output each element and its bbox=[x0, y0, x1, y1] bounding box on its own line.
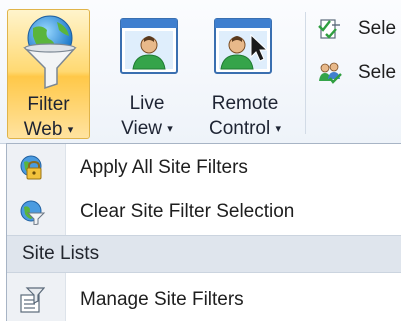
chevron-down-icon: ▾ bbox=[275, 123, 282, 135]
menu-item-label: Clear Site Filter Selection bbox=[80, 201, 295, 222]
select-button-1-label: Sele bbox=[358, 18, 397, 39]
globe-funnel-icon bbox=[23, 15, 77, 90]
chevron-down-icon: ▾ bbox=[167, 123, 173, 135]
remote-control-label-line2: Control ▾ bbox=[208, 118, 282, 139]
user-window-cursor-icon bbox=[214, 18, 272, 74]
menu-section-header: Site Lists bbox=[7, 235, 401, 273]
select-button-2-label: Sele bbox=[358, 62, 397, 83]
section-header-label: Site Lists bbox=[22, 243, 100, 264]
users-check-icon bbox=[319, 62, 342, 84]
filter-web-button[interactable]: Filter Web ▾ bbox=[7, 9, 90, 140]
menu-item-label: Manage Site Filters bbox=[80, 289, 244, 310]
filter-web-label-line1: Filter bbox=[27, 94, 70, 115]
checklist-icon bbox=[318, 19, 340, 39]
menu-item-clear-site-filter-selection[interactable]: Clear Site Filter Selection bbox=[7, 192, 401, 232]
remote-control-label-line1: Remote bbox=[211, 93, 279, 114]
globe-clear-icon bbox=[20, 200, 45, 225]
menu-item-manage-site-filters[interactable]: Manage Site Filters bbox=[7, 280, 401, 320]
user-window-icon bbox=[120, 18, 178, 74]
manage-filter-icon bbox=[20, 287, 45, 313]
filter-web-label-line2: Web ▾ bbox=[23, 119, 74, 140]
filter-web-dropdown-menu: Apply All Site Filters Clear Site Filter… bbox=[6, 143, 401, 321]
remote-control-button[interactable]: Remote Control ▾ bbox=[193, 9, 297, 139]
live-view-label-line1: Live bbox=[129, 93, 165, 114]
globe-lock-icon bbox=[20, 155, 42, 180]
live-view-label-line2: View ▾ bbox=[121, 118, 173, 139]
menu-item-apply-all-site-filters[interactable]: Apply All Site Filters bbox=[7, 148, 401, 188]
ribbon: Filter Web ▾ Live View ▾ Remote Control … bbox=[0, 0, 401, 144]
menu-item-label: Apply All Site Filters bbox=[80, 157, 248, 178]
live-view-button[interactable]: Live View ▾ bbox=[107, 9, 187, 139]
chevron-down-icon: ▾ bbox=[67, 124, 74, 136]
ribbon-separator bbox=[305, 12, 306, 134]
